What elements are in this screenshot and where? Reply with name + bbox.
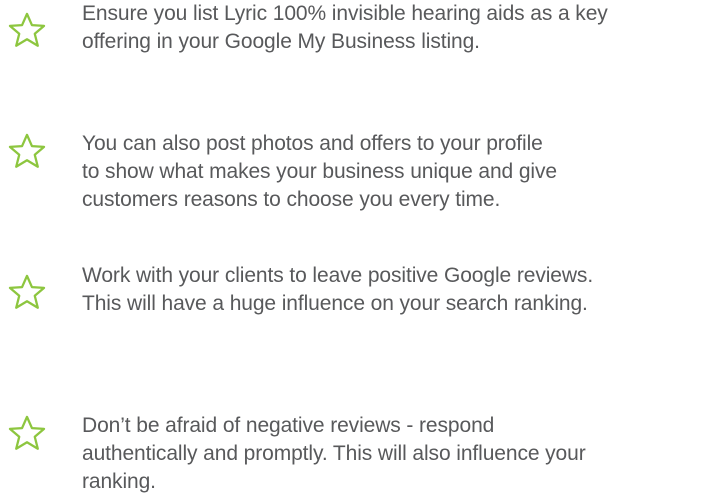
tip-line: Don’t be afraid of negative reviews - re… (82, 414, 495, 437)
tip-text: Ensure you list Lyric 100% invisible hea… (82, 0, 706, 56)
tip-text: Work with your clients to leave positive… (82, 262, 706, 318)
tip-line: Work with your clients to leave positive… (82, 264, 594, 287)
tip-line: authentically and promptly. This will al… (82, 442, 586, 465)
tip-line: You can also post photos and offers to y… (82, 132, 543, 155)
star-icon (8, 133, 46, 169)
tip-text: Don’t be afraid of negative reviews - re… (82, 412, 706, 496)
tip-text: You can also post photos and offers to y… (82, 130, 706, 214)
star-icon (8, 274, 46, 310)
star-icon (8, 12, 46, 48)
tip-line: customers reasons to choose you every ti… (82, 188, 501, 211)
tip-line: to show what makes your business unique … (82, 160, 557, 183)
tip-line: offering in your Google My Business list… (82, 30, 480, 53)
tip-line: ranking. (82, 470, 156, 493)
star-icon (8, 415, 46, 451)
tip-line: This will have a huge influence on your … (82, 292, 588, 315)
tip-line: Ensure you list Lyric 100% invisible hea… (82, 2, 608, 25)
